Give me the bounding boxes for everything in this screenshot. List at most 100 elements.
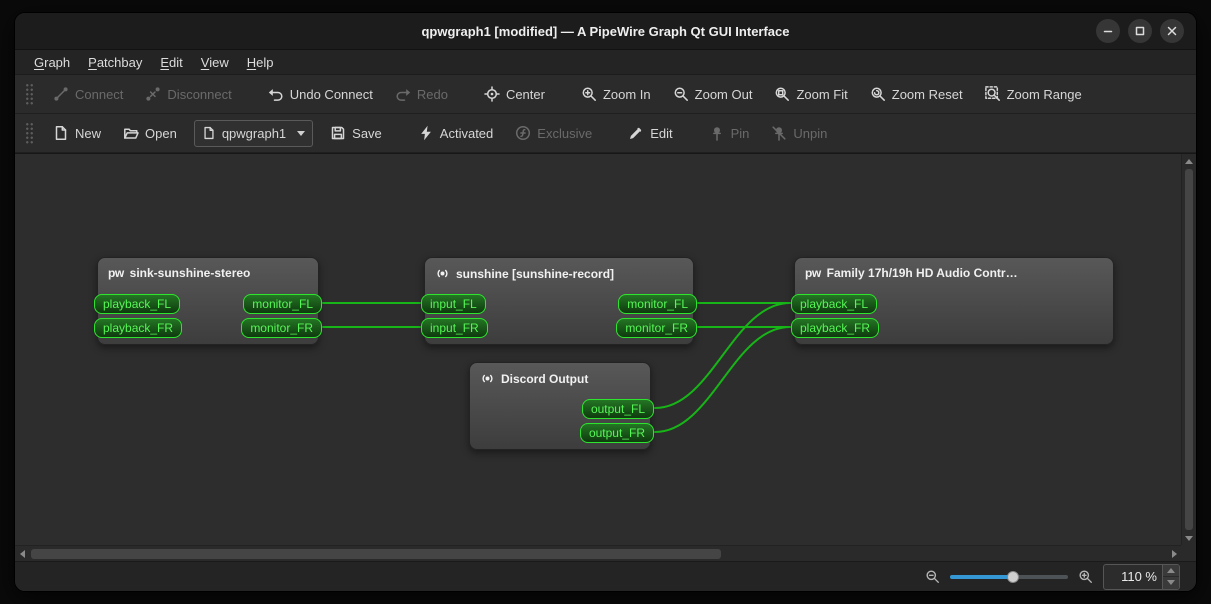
zoom-range-button[interactable]: Zoom Range bbox=[976, 81, 1091, 107]
horizontal-scrollbar[interactable] bbox=[15, 545, 1181, 561]
vertical-scrollbar[interactable] bbox=[1181, 154, 1196, 545]
patchbay-combo[interactable]: qpwgraph1 bbox=[194, 120, 313, 147]
unpin-label: Unpin bbox=[793, 126, 827, 141]
port-playback_FL[interactable]: playback_FL bbox=[94, 294, 180, 314]
menu-edit[interactable]: Edit bbox=[151, 52, 191, 73]
save-button[interactable]: Save bbox=[321, 120, 391, 146]
port-playback_FL[interactable]: playback_FL bbox=[791, 294, 877, 314]
menu-view-rest: iew bbox=[209, 55, 229, 70]
node-title: sunshine [sunshine-record] bbox=[456, 267, 614, 281]
zoom-fit-button[interactable]: Zoom Fit bbox=[765, 81, 856, 107]
save-label: Save bbox=[352, 126, 382, 141]
zoom-out-button[interactable]: Zoom Out bbox=[664, 81, 762, 107]
exclusive-button[interactable]: Exclusive bbox=[506, 120, 601, 146]
zoom-slider[interactable] bbox=[950, 570, 1068, 584]
activated-button[interactable]: Activated bbox=[409, 120, 502, 146]
maximize-button[interactable] bbox=[1128, 19, 1152, 43]
port-input_FL[interactable]: input_FL bbox=[421, 294, 486, 314]
zoom-out-icon[interactable] bbox=[925, 569, 940, 584]
pin-button[interactable]: Pin bbox=[700, 120, 759, 146]
disconnect-button[interactable]: Disconnect bbox=[136, 81, 240, 107]
menu-graph-accel: G bbox=[34, 55, 44, 70]
activated-lightning-icon bbox=[418, 125, 434, 141]
port-playback_FR[interactable]: playback_FR bbox=[791, 318, 879, 338]
zoom-value[interactable]: 110 % bbox=[1104, 565, 1162, 589]
window-title: qpwgraph1 [modified] — A PipeWire Graph … bbox=[421, 24, 789, 39]
connect-button[interactable]: Connect bbox=[44, 81, 132, 107]
undo-icon bbox=[268, 86, 284, 102]
combo-dropdown-arrow[interactable] bbox=[297, 131, 305, 136]
node-family-hd-audio[interactable]: pw Family 17h/19h HD Audio Contr… playba… bbox=[794, 257, 1114, 345]
zoom-slider-handle[interactable] bbox=[1007, 571, 1019, 583]
port-monitor_FL[interactable]: monitor_FL bbox=[618, 294, 697, 314]
spin-up-button[interactable] bbox=[1163, 565, 1179, 578]
port-output_FR[interactable]: output_FR bbox=[580, 423, 654, 443]
port-monitor_FR[interactable]: monitor_FR bbox=[241, 318, 322, 338]
new-button[interactable]: New bbox=[44, 120, 110, 146]
scroll-up-arrow[interactable] bbox=[1182, 154, 1196, 168]
zoom-in-button[interactable]: Zoom In bbox=[572, 81, 660, 107]
edit-button[interactable]: Edit bbox=[619, 120, 681, 146]
unpin-icon bbox=[771, 125, 787, 141]
scroll-left-arrow[interactable] bbox=[15, 546, 29, 561]
port-playback_FR[interactable]: playback_FR bbox=[94, 318, 182, 338]
menu-view-accel: V bbox=[201, 55, 209, 70]
zoom-range-icon bbox=[985, 86, 1001, 102]
menu-view[interactable]: View bbox=[192, 52, 238, 73]
redo-label: Redo bbox=[417, 87, 448, 102]
redo-button[interactable]: Redo bbox=[386, 81, 457, 107]
scroll-down-arrow[interactable] bbox=[1182, 531, 1196, 545]
menu-patchbay[interactable]: Patchbay bbox=[79, 52, 151, 73]
exclusive-icon bbox=[515, 125, 531, 141]
spin-down-button[interactable] bbox=[1163, 577, 1179, 589]
open-button[interactable]: Open bbox=[114, 120, 186, 146]
exclusive-label: Exclusive bbox=[537, 126, 592, 141]
scroll-right-arrow[interactable] bbox=[1167, 546, 1181, 561]
menu-graph[interactable]: Graph bbox=[25, 52, 79, 73]
save-icon bbox=[330, 125, 346, 141]
horizontal-scrollbar-thumb[interactable] bbox=[31, 549, 721, 559]
menu-patchbay-accel: P bbox=[88, 55, 97, 70]
patchbay-combo-value: qpwgraph1 bbox=[222, 126, 286, 141]
port-input_FR[interactable]: input_FR bbox=[421, 318, 488, 338]
zoom-fit-icon bbox=[774, 86, 790, 102]
node-header: pw Family 17h/19h HD Audio Contr… bbox=[795, 258, 1113, 280]
center-button[interactable]: Center bbox=[475, 81, 554, 107]
port-monitor_FL[interactable]: monitor_FL bbox=[243, 294, 322, 314]
zoom-slider-track-filled[interactable] bbox=[950, 575, 1013, 579]
node-discord-output[interactable]: Discord Output output_FL output_FR bbox=[469, 362, 651, 450]
zoom-slider-track[interactable] bbox=[1013, 575, 1068, 579]
toolbar-grip[interactable] bbox=[25, 83, 34, 105]
undo-connect-button[interactable]: Undo Connect bbox=[259, 81, 382, 107]
zoom-range-label: Zoom Range bbox=[1007, 87, 1082, 102]
maximize-icon bbox=[1132, 23, 1148, 39]
graph-canvas[interactable]: pw sink-sunshine-stereo playback_FL play… bbox=[15, 154, 1181, 545]
zoom-reset-button[interactable]: Zoom Reset bbox=[861, 81, 972, 107]
window-controls bbox=[1096, 19, 1184, 43]
new-file-icon bbox=[53, 125, 69, 141]
pipewire-icon: pw bbox=[805, 266, 821, 280]
titlebar[interactable]: qpwgraph1 [modified] — A PipeWire Graph … bbox=[15, 13, 1196, 50]
zoom-out-icon bbox=[673, 86, 689, 102]
unpin-button[interactable]: Unpin bbox=[762, 120, 836, 146]
toolbar-grip[interactable] bbox=[25, 122, 34, 144]
menu-help[interactable]: Help bbox=[238, 52, 283, 73]
minimize-button[interactable] bbox=[1096, 19, 1120, 43]
minimize-icon bbox=[1100, 23, 1116, 39]
node-sink-sunshine-stereo[interactable]: pw sink-sunshine-stereo playback_FL play… bbox=[97, 257, 319, 345]
vertical-scrollbar-thumb[interactable] bbox=[1185, 169, 1193, 530]
statusbar: 110 % bbox=[15, 561, 1196, 591]
zoom-in-icon bbox=[581, 86, 597, 102]
zoom-spinbox[interactable]: 110 % bbox=[1103, 564, 1180, 590]
spin-buttons bbox=[1162, 565, 1179, 589]
connect-icon bbox=[53, 86, 69, 102]
port-output_FL[interactable]: output_FL bbox=[582, 399, 654, 419]
edit-pencil-icon bbox=[628, 125, 644, 141]
connection-lines bbox=[15, 154, 1181, 545]
center-icon bbox=[484, 86, 500, 102]
close-button[interactable] bbox=[1160, 19, 1184, 43]
node-sunshine-record[interactable]: sunshine [sunshine-record] input_FL inpu… bbox=[424, 257, 694, 345]
port-monitor_FR[interactable]: monitor_FR bbox=[616, 318, 697, 338]
node-header: sunshine [sunshine-record] bbox=[425, 258, 693, 281]
zoom-in-icon[interactable] bbox=[1078, 569, 1093, 584]
